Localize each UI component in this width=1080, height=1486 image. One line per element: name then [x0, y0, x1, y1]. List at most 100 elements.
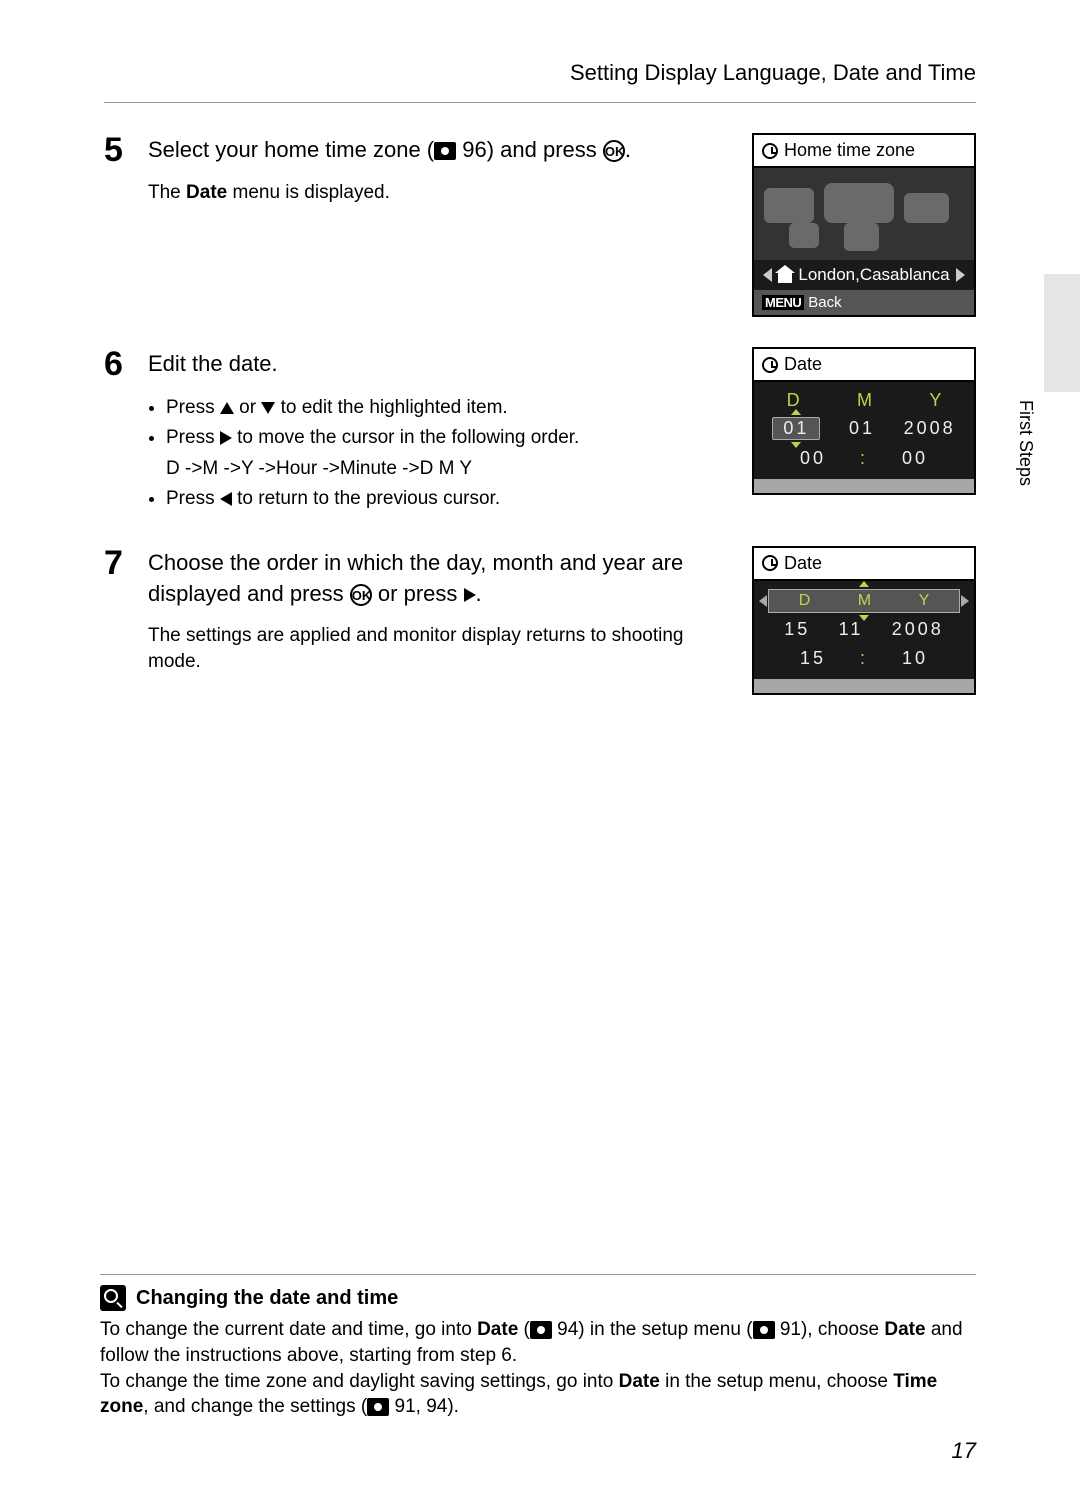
t: in the setup menu, choose: [660, 1371, 893, 1392]
step-title: Edit the date.: [148, 349, 732, 380]
step5-title-ref: 96) and press: [456, 137, 603, 162]
bullet-2: Press to move the cursor in the followin…: [166, 424, 732, 483]
reference-icon: [753, 1321, 775, 1339]
val-mm: 10: [902, 648, 928, 669]
clock-icon: [762, 555, 778, 571]
t: to return to the previous cursor.: [232, 488, 500, 509]
val-y: 2008: [904, 418, 956, 439]
lcd-location-row: London,Casablanca: [754, 260, 974, 290]
val-d: 15: [784, 619, 810, 640]
note-p1: To change the current date and time, go …: [100, 1317, 976, 1368]
lcd-titlebar: Date: [754, 349, 974, 382]
note-title: Changing the date and time: [136, 1287, 398, 1310]
step7-title-c: .: [476, 581, 482, 606]
note-p2: To change the time zone and daylight sav…: [100, 1369, 976, 1420]
note-icon: [100, 1285, 126, 1311]
lcd-home-time-zone: Home time zone London,Casablanca MENU: [752, 133, 976, 317]
colon: :: [860, 648, 868, 669]
clock-icon: [762, 143, 778, 159]
val-hh: 15: [800, 648, 826, 669]
val-m: 11: [839, 619, 864, 640]
step-body: Edit the date. Press or to edit the high…: [148, 347, 752, 516]
step-7: 7 Choose the order in which the day, mon…: [104, 546, 976, 695]
step-desc: The Date menu is displayed.: [148, 180, 732, 206]
step7-title-b: or press: [372, 581, 464, 606]
t: 94) in the setup menu (: [552, 1319, 753, 1340]
t: Date: [619, 1371, 660, 1392]
t: Press: [166, 397, 220, 418]
note-rule: [100, 1274, 976, 1275]
val-mm: 00: [902, 448, 928, 469]
dmy-d: D: [787, 390, 800, 411]
t: To change the current date and time, go …: [100, 1319, 477, 1340]
step-number: 6: [104, 347, 148, 381]
right-arrow-icon: [220, 431, 232, 445]
lcd-footer: [754, 479, 974, 493]
t: 91), choose: [775, 1319, 885, 1340]
bullet-3: Press to return to the previous cursor.: [166, 485, 732, 514]
step-body: Choose the order in which the day, month…: [148, 546, 752, 675]
chevron-left-icon: [759, 595, 767, 607]
page-header-title: Setting Display Language, Date and Time: [104, 60, 976, 86]
bullet-2-sub: D ->M ->Y ->Hour ->Minute ->D M Y: [166, 455, 732, 484]
ok-button-icon: OK: [603, 140, 625, 162]
t: Date: [477, 1319, 518, 1340]
t: to edit the highlighted item.: [275, 397, 507, 418]
step-5: 5 Select your home time zone ( 96) and p…: [104, 133, 976, 317]
lcd-back-row: MENU Back: [754, 290, 974, 315]
step5-desc-date: Date: [186, 182, 227, 203]
step5-desc-b: menu is displayed.: [227, 182, 390, 203]
lcd-footer: [754, 679, 974, 693]
step6-bullets: Press or to edit the highlighted item. P…: [148, 394, 732, 514]
header-rule: [104, 102, 976, 103]
val-hh: 00: [800, 448, 826, 469]
step-title: Choose the order in which the day, month…: [148, 548, 732, 610]
menu-badge-icon: MENU: [762, 295, 804, 310]
step5-title-a: Select your home time zone (: [148, 137, 434, 162]
chevron-left-icon: [763, 268, 772, 282]
world-map: [754, 168, 974, 260]
reference-icon: [434, 142, 456, 160]
lcd-date-edit: Date D M Y 01 01 2008 00 :: [752, 347, 976, 495]
val-m: 01: [849, 418, 875, 439]
t: (: [518, 1319, 530, 1340]
dmy-y: Y: [929, 390, 941, 411]
dmy-m: M: [857, 390, 872, 411]
t: To change the time zone and daylight sav…: [100, 1371, 619, 1392]
lcd-titlebar: Home time zone: [754, 135, 974, 168]
step-number: 5: [104, 133, 148, 167]
page-number: 17: [952, 1438, 976, 1464]
side-thumb-tab: [1044, 274, 1080, 392]
ok-button-icon: OK: [350, 584, 372, 606]
note-title-row: Changing the date and time: [100, 1285, 976, 1311]
step-6: 6 Edit the date. Press or to edit the hi…: [104, 347, 976, 516]
bullet-1: Press or to edit the highlighted item.: [166, 394, 732, 423]
down-arrow-icon: [261, 402, 275, 414]
up-arrow-icon: [220, 402, 234, 414]
right-arrow-icon: [464, 588, 476, 602]
manual-page: Setting Display Language, Date and Time …: [0, 0, 1080, 1486]
t: to move the cursor in the following orde…: [232, 427, 579, 448]
dmy-m: M: [858, 592, 871, 610]
reference-icon: [367, 1398, 389, 1416]
lcd-titlebar: Date: [754, 548, 974, 581]
lcd-back-text: Back: [808, 294, 841, 311]
selected-day-pill: 01: [772, 417, 820, 440]
t: Date: [884, 1319, 925, 1340]
lcd-title: Date: [784, 553, 822, 574]
lcd-date-grid: D M Y 15 11 2008 15 : 10: [754, 581, 974, 679]
lcd-location: London,Casablanca: [798, 265, 949, 285]
t: Press: [166, 427, 220, 448]
lcd-title: Home time zone: [784, 140, 915, 161]
lcd-title: Date: [784, 354, 822, 375]
step5-desc-a: The: [148, 182, 186, 203]
chevron-right-icon: [956, 268, 965, 282]
side-section-label: First Steps: [1015, 400, 1036, 486]
dmy-order-pill: D M Y: [768, 589, 960, 613]
dmy-y: Y: [919, 592, 930, 610]
t: or: [234, 397, 261, 418]
reference-icon: [530, 1321, 552, 1339]
lcd-date-order: Date D M Y 15 11 2008: [752, 546, 976, 695]
step7-desc: The settings are applied and monitor dis…: [148, 623, 732, 674]
home-icon: [778, 273, 792, 283]
